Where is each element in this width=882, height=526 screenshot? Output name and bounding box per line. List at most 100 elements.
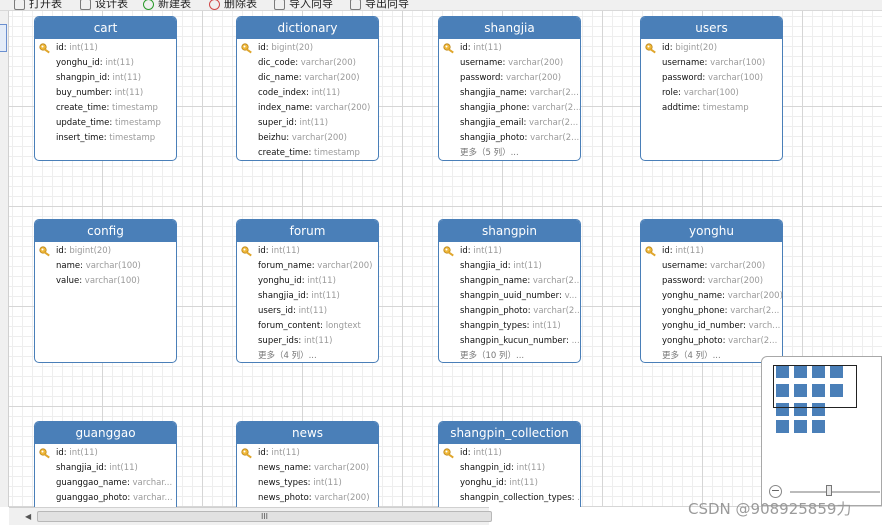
field-row[interactable]: id: bigint(20) <box>35 244 176 259</box>
table-users[interactable]: users id: bigint(20) username: varchar(100… <box>640 16 783 161</box>
field-row[interactable]: id: int(11) <box>237 244 378 259</box>
more-columns-link[interactable]: 更多（5 列）... <box>439 146 580 160</box>
table-title[interactable]: forum <box>237 220 378 242</box>
field-row[interactable]: id: int(11) <box>439 446 580 461</box>
table-cart[interactable]: cart id: int(11) yonghu_id: int(11) shangpi… <box>34 16 177 161</box>
sidebar-tab[interactable] <box>0 24 7 52</box>
field-row[interactable]: shangjia_id: int(11) <box>439 259 580 274</box>
table-yonghu[interactable]: yonghu id: int(11) username: varchar(200) p… <box>640 219 783 363</box>
field-row[interactable]: id: int(11) <box>35 446 176 461</box>
toolbar-open-table-button[interactable]: 打开表 <box>14 0 62 10</box>
field-row[interactable]: update_time: timestamp <box>35 116 176 131</box>
table-title[interactable]: news <box>237 422 378 444</box>
toolbar-import-wizard-button[interactable]: 导入向导 <box>274 0 333 10</box>
field-row[interactable]: value: varchar(100) <box>35 274 176 289</box>
table-title[interactable]: shangpin <box>439 220 580 242</box>
field-row[interactable]: username: varchar(100) <box>641 56 782 71</box>
field-row[interactable]: shangjia_photo: varchar(2... <box>439 131 580 146</box>
field-row[interactable]: guanggao_photo: varchar... <box>35 491 176 506</box>
field-row[interactable]: yonghu_photo: varchar(2... <box>641 334 782 349</box>
field-row[interactable]: forum_content: longtext <box>237 319 378 334</box>
field-row[interactable]: news_types: int(11) <box>237 476 378 491</box>
field-row[interactable]: news_photo: varchar(200) <box>237 491 378 506</box>
field-row[interactable]: name: varchar(100) <box>35 259 176 274</box>
zoom-out-button[interactable]: − <box>769 485 782 498</box>
scroll-left-arrow-icon[interactable]: ◀ <box>25 512 31 521</box>
field-row[interactable]: shangpin_collection_types: ... <box>439 491 580 506</box>
field-row[interactable]: yonghu_id: int(11) <box>237 274 378 289</box>
toolbar-new-table-button[interactable]: 新建表 <box>143 0 191 10</box>
field-row[interactable]: dic_code: varchar(200) <box>237 56 378 71</box>
scrollbar-thumb[interactable]: III <box>37 511 492 522</box>
more-columns-link[interactable]: 更多（4 列）... <box>237 349 378 362</box>
toolbar-delete-table-button[interactable]: 删除表 <box>209 0 257 10</box>
field-row[interactable]: shangjia_id: int(11) <box>237 289 378 304</box>
field-row[interactable]: username: varchar(200) <box>439 56 580 71</box>
field-row[interactable]: addtime: timestamp <box>641 101 782 116</box>
field-row[interactable]: shangjia_name: varchar(2... <box>439 86 580 101</box>
table-title[interactable]: users <box>641 17 782 39</box>
field-row[interactable]: yonghu_id: int(11) <box>439 476 580 491</box>
field-row[interactable]: dic_name: varchar(200) <box>237 71 378 86</box>
field-row[interactable]: news_name: varchar(200) <box>237 461 378 476</box>
field-row[interactable]: shangpin_id: int(11) <box>439 461 580 476</box>
field-row[interactable]: shangpin_photo: varchar(2... <box>439 304 580 319</box>
field-row[interactable]: buy_number: int(11) <box>35 86 176 101</box>
field-row[interactable]: super_ids: int(11) <box>237 334 378 349</box>
field-row[interactable]: users_id: int(11) <box>237 304 378 319</box>
field-row[interactable]: username: varchar(200) <box>641 259 782 274</box>
field-row[interactable]: password: varchar(100) <box>641 71 782 86</box>
field-row[interactable]: password: varchar(200) <box>641 274 782 289</box>
table-title[interactable]: cart <box>35 17 176 39</box>
field-row[interactable]: shangpin_uuid_number: v... <box>439 289 580 304</box>
field-row[interactable]: guanggao_name: varchar... <box>35 476 176 491</box>
field-row[interactable]: forum_name: varchar(200) <box>237 259 378 274</box>
field-row[interactable]: shangpin_types: int(11) <box>439 319 580 334</box>
minimap-viewport[interactable] <box>773 365 857 408</box>
field-row[interactable]: yonghu_id: int(11) <box>35 56 176 71</box>
table-shangpin_collection[interactable]: shangpin_collection id: int(11) shangpin_i… <box>438 421 581 507</box>
field-row[interactable]: shangpin_id: int(11) <box>35 71 176 86</box>
table-title[interactable]: shangjia <box>439 17 580 39</box>
field-row[interactable]: beizhu: varchar(200) <box>237 131 378 146</box>
field-row[interactable]: shangjia_email: varchar(2... <box>439 116 580 131</box>
field-row[interactable]: shangpin_kucun_number: ... <box>439 334 580 349</box>
field-row[interactable]: id: int(11) <box>237 446 378 461</box>
table-dictionary[interactable]: dictionary id: bigint(20) dic_code: varcha… <box>236 16 379 161</box>
table-config[interactable]: config id: bigint(20) name: varchar(100) va… <box>34 219 177 363</box>
field-row[interactable]: shangjia_phone: varchar(2... <box>439 101 580 116</box>
field-row[interactable]: role: varchar(100) <box>641 86 782 101</box>
table-news[interactable]: news id: int(11) news_name: varchar(200) ne… <box>236 421 379 507</box>
field-row[interactable]: create_time: timestamp <box>237 146 378 160</box>
table-guanggao[interactable]: guanggao id: int(11) shangjia_id: int(11) g… <box>34 421 177 507</box>
field-row[interactable]: id: bigint(20) <box>641 41 782 56</box>
table-title[interactable]: yonghu <box>641 220 782 242</box>
field-row[interactable]: shangpin_name: varchar(2... <box>439 274 580 289</box>
field-row[interactable]: id: int(11) <box>641 244 782 259</box>
er-diagram-canvas[interactable]: cart id: int(11) yonghu_id: int(11) shangpi… <box>9 11 882 507</box>
more-columns-link[interactable]: 更多（10 列）... <box>439 349 580 362</box>
table-title[interactable]: shangpin_collection <box>439 422 580 444</box>
table-shangjia[interactable]: shangjia id: int(11) username: varchar(200… <box>438 16 581 161</box>
table-shangpin[interactable]: shangpin id: int(11) shangjia_id: int(11) s… <box>438 219 581 363</box>
field-row[interactable]: id: int(11) <box>439 244 580 259</box>
field-row[interactable]: yonghu_id_number: varch... <box>641 319 782 334</box>
field-row[interactable]: yonghu_phone: varchar(2... <box>641 304 782 319</box>
toolbar-export-wizard-button[interactable]: 导出向导 <box>350 0 409 10</box>
field-row[interactable]: insert_time: timestamp <box>35 131 176 146</box>
zoom-slider-thumb[interactable] <box>826 485 832 496</box>
minimap[interactable]: − <box>761 356 882 506</box>
field-row[interactable]: shangjia_id: int(11) <box>35 461 176 476</box>
toolbar-design-table-button[interactable]: 设计表 <box>80 0 128 10</box>
table-title[interactable]: dictionary <box>237 17 378 39</box>
field-row[interactable]: password: varchar(200) <box>439 71 580 86</box>
field-row[interactable]: index_name: varchar(200) <box>237 101 378 116</box>
table-forum[interactable]: forum id: int(11) forum_name: varchar(200)… <box>236 219 379 363</box>
zoom-slider-track[interactable] <box>790 491 880 493</box>
table-title[interactable]: config <box>35 220 176 242</box>
field-row[interactable]: id: int(11) <box>439 41 580 56</box>
field-row[interactable]: code_index: int(11) <box>237 86 378 101</box>
horizontal-scrollbar[interactable]: ◀ III <box>9 507 492 525</box>
field-row[interactable]: super_id: int(11) <box>237 116 378 131</box>
field-row[interactable]: yonghu_name: varchar(200) <box>641 289 782 304</box>
